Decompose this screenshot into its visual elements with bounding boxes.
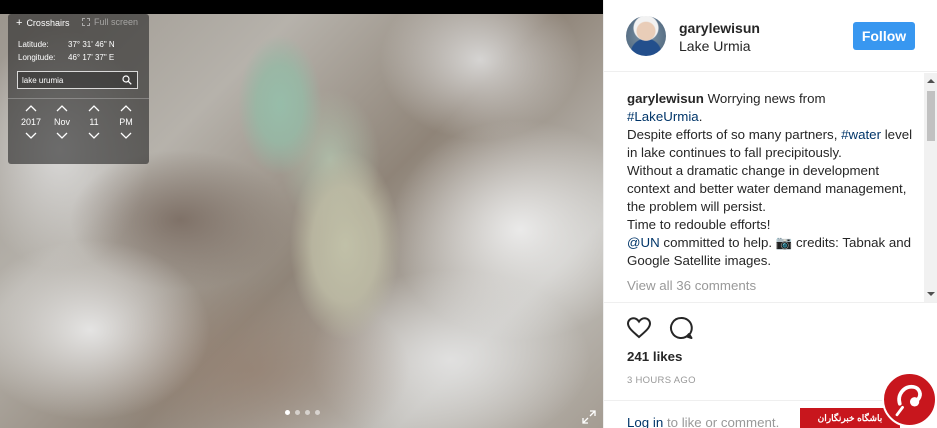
hashtag-lakeurmia[interactable]: #LakeUrmia xyxy=(627,109,699,124)
caption: garylewisun Worrying news from #LakeUrmi… xyxy=(627,91,913,268)
day-value: 11 xyxy=(89,117,99,127)
heart-icon[interactable] xyxy=(626,315,652,341)
fullscreen-icon xyxy=(82,18,90,26)
post-username[interactable]: garylewisun xyxy=(679,20,760,36)
likes-count[interactable]: 241 likes xyxy=(627,349,682,364)
fullscreen-button[interactable]: Full screen xyxy=(82,17,138,27)
comment-icon[interactable] xyxy=(668,315,694,341)
chevron-up-icon[interactable] xyxy=(25,104,37,112)
caption-time: Time to redouble efforts! xyxy=(627,217,771,232)
caption-despite: Despite efforts of so many partners, xyxy=(627,127,838,142)
scrollbar-thumb[interactable] xyxy=(927,91,935,141)
month-value: Nov xyxy=(53,117,70,127)
carousel-dot[interactable] xyxy=(305,410,310,415)
year-selector: 2017 xyxy=(16,104,46,140)
longitude-label: Longitude: xyxy=(18,53,56,62)
day-selector: 11 xyxy=(79,104,109,140)
chevron-down-icon[interactable] xyxy=(88,132,100,140)
post-actions xyxy=(626,315,694,341)
caption-area: garylewisun Worrying news from #LakeUrmi… xyxy=(604,73,937,303)
caption-username[interactable]: garylewisun xyxy=(627,91,704,106)
location-search-input[interactable] xyxy=(22,74,120,86)
search-icon[interactable] xyxy=(122,75,132,85)
chevron-up-icon[interactable] xyxy=(56,104,68,112)
carousel-dot[interactable] xyxy=(315,410,320,415)
scroll-up-icon[interactable] xyxy=(927,77,935,85)
panel-divider xyxy=(8,98,149,99)
hashtag-water[interactable]: #water xyxy=(841,127,881,142)
scroll-down-icon[interactable] xyxy=(927,290,935,298)
latitude-value: 37° 31' 46" N xyxy=(68,40,115,49)
post-timestamp: 3 HOURS AGO xyxy=(627,375,696,386)
watermark-logo xyxy=(882,372,937,427)
caption-intro: Worrying news from xyxy=(707,91,826,106)
microphone-logo-icon xyxy=(895,384,922,417)
caption-without: Without a dramatic change in development… xyxy=(627,163,907,214)
chevron-down-icon[interactable] xyxy=(120,132,132,140)
crosshairs-toggle[interactable]: + Crosshairs xyxy=(16,17,69,29)
login-rest-text: to like or comment. xyxy=(666,415,780,428)
year-value: 2017 xyxy=(20,117,42,127)
chevron-up-icon[interactable] xyxy=(120,104,132,112)
map-top-bar xyxy=(0,0,603,14)
period-selector: PM xyxy=(111,104,141,140)
carousel-dot[interactable] xyxy=(295,410,300,415)
carousel-dot[interactable] xyxy=(285,410,290,415)
expand-icon[interactable] xyxy=(582,410,596,424)
plus-icon: + xyxy=(16,17,23,29)
period-value: PM xyxy=(119,117,133,127)
chevron-down-icon[interactable] xyxy=(56,132,68,140)
caption-scrollbar[interactable] xyxy=(924,73,937,302)
month-selector: Nov xyxy=(47,104,77,140)
location-search xyxy=(17,71,138,89)
mention-un[interactable]: @UN xyxy=(627,235,660,250)
carousel-dots xyxy=(285,410,320,415)
follow-button[interactable]: Follow xyxy=(853,22,915,50)
login-link[interactable]: Log in xyxy=(627,415,663,428)
longitude-value: 46° 17' 37" E xyxy=(68,53,115,62)
caption-committed: committed to help. 📷 credits: Tabnak and… xyxy=(627,235,912,268)
post-header: garylewisun Lake Urmia Follow xyxy=(604,0,937,72)
news-agency-watermark: باشگاه خبرنگاران xyxy=(800,372,937,428)
chevron-down-icon[interactable] xyxy=(25,132,37,140)
view-all-comments-link[interactable]: View all 36 comments xyxy=(627,278,756,293)
latitude-label: Latitude: xyxy=(18,40,49,49)
post-panel: garylewisun Lake Urmia Follow garylewisu… xyxy=(603,0,937,428)
post-location[interactable]: Lake Urmia xyxy=(679,38,751,54)
map-control-panel: + Crosshairs Full screen Latitude: 37° 3… xyxy=(8,14,149,164)
chevron-up-icon[interactable] xyxy=(88,104,100,112)
avatar[interactable] xyxy=(626,16,666,56)
satellite-image[interactable]: + Crosshairs Full screen Latitude: 37° 3… xyxy=(0,0,603,428)
crosshairs-label: Crosshairs xyxy=(26,18,70,28)
fullscreen-label: Full screen xyxy=(94,17,139,27)
